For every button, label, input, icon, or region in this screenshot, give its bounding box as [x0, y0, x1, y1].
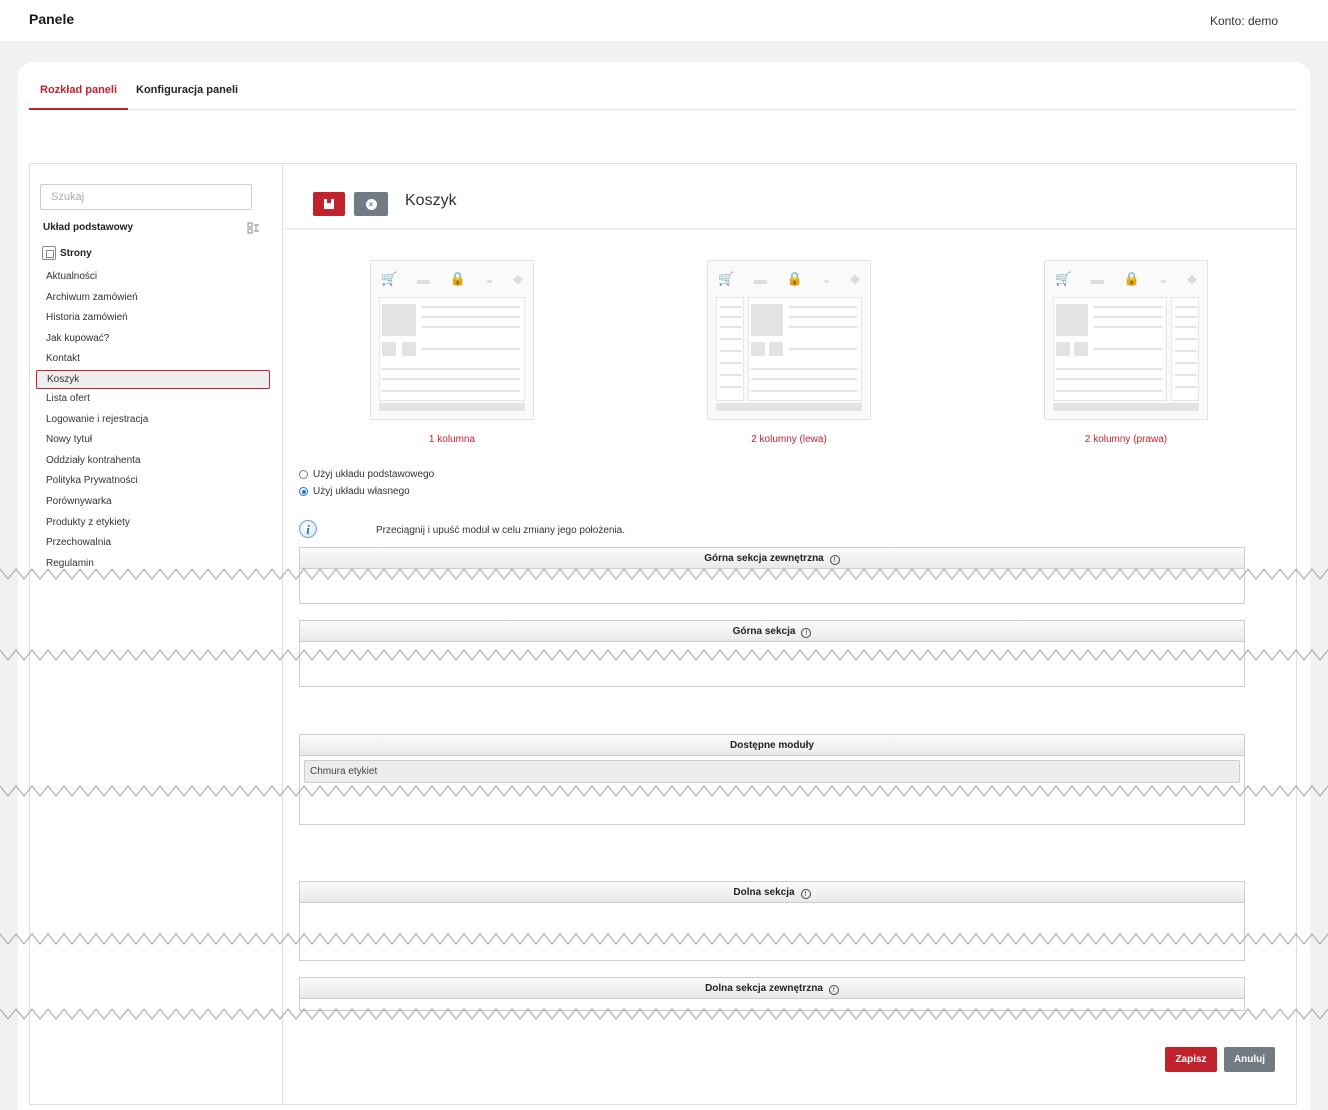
radio-button[interactable] [299, 470, 308, 479]
section-title: Górna sekcja zewnętrzna [704, 553, 824, 564]
panel-editor: × Koszyk 🛒 ▬ 🔒 ◒ ◆ 1 kolumna 🛒 ▬ 🔒 ◒ ◆ 2… [284, 164, 1296, 1104]
tag-icon: ◆ [849, 271, 860, 286]
list-item[interactable]: Nowy tytuł [36, 430, 270, 451]
info-circle-icon[interactable]: ! [800, 889, 811, 899]
basket-icon: ◒ [485, 271, 494, 287]
cut-marker [0, 933, 1328, 945]
pages-list: Aktualności Archiwum zamówień Historia z… [36, 267, 270, 574]
toolbar-icons: 🛒 ▬ 🔒 ◒ ◆ [1055, 269, 1197, 289]
tab-rozklad-paneli[interactable]: Rozkład paneli [29, 84, 129, 110]
radio-label: Użyj układu własnego [313, 486, 410, 497]
info-circle-icon[interactable]: ! [801, 628, 812, 638]
account-label: Konto: demo [1209, 14, 1278, 28]
tab-konfiguracja-paneli[interactable]: Konfiguracja paneli [136, 84, 238, 110]
save-button[interactable]: Zapisz [1165, 1047, 1217, 1072]
cart-icon: 🛒 [381, 271, 398, 286]
card-icon: ▬ [1090, 271, 1104, 287]
layout-right-column [1171, 297, 1199, 401]
cut-marker [0, 785, 1328, 797]
tree-structure-icon[interactable] [247, 222, 261, 234]
section-header: Dolna sekcja! [300, 882, 1244, 903]
info-text: Przeciągnij i upuść moduł w celu zmiany … [376, 525, 626, 536]
basket-icon: ◒ [1159, 271, 1168, 287]
list-item-selected[interactable]: Koszyk [36, 369, 270, 389]
cancel-button[interactable]: Anuluj [1224, 1047, 1275, 1072]
pages-group-label: Strony [60, 247, 92, 259]
tab-bar: Rozkład paneli Konfiguracja paneli [29, 78, 1297, 110]
layout-option-2-columns-left[interactable]: 🛒 ▬ 🔒 ◒ ◆ [707, 260, 871, 420]
layout-label-1-column[interactable]: 1 kolumna [370, 434, 534, 445]
layout-label-2-columns-right[interactable]: 2 kolumny (prawa) [1044, 434, 1208, 445]
cancel-icon-button[interactable]: × [354, 192, 388, 216]
layout-label-2-columns-left[interactable]: 2 kolumny (lewa) [707, 434, 871, 445]
basket-icon: ◒ [822, 271, 831, 287]
header-divider [284, 228, 1296, 231]
radio-label: Użyj układu podstawowego [313, 469, 435, 480]
lock-icon: 🔒 [1123, 271, 1140, 286]
module-chmura-etykiet[interactable]: Chmura etykiet [304, 760, 1240, 783]
panel-name: Koszyk [405, 192, 457, 209]
cart-icon: 🛒 [1055, 271, 1072, 286]
list-item[interactable]: Aktualności [36, 267, 270, 288]
layout-preview [1053, 297, 1167, 401]
cut-marker [0, 568, 1328, 580]
sitemap-icon [42, 246, 56, 260]
section-title: Dolna sekcja zewnętrzna [705, 983, 823, 994]
list-item[interactable]: Kontakt [36, 349, 270, 370]
search-input[interactable] [40, 184, 252, 210]
radio-custom-layout[interactable]: Użyj układu własnego [299, 486, 410, 497]
page-title: Panele [29, 11, 75, 27]
card-icon: ▬ [753, 271, 767, 287]
section-header: Górna sekcja! [300, 621, 1244, 642]
tag-icon: ◆ [1186, 271, 1197, 286]
layout-preview [748, 297, 862, 401]
sidebar: Układ podstawowy Strony Aktualności Arch… [30, 164, 283, 1104]
radio-base-layout[interactable]: Użyj układu podstawowego [299, 469, 434, 480]
info-circle-icon[interactable]: ! [828, 985, 839, 995]
section-header: Dostępne moduły [300, 735, 1244, 756]
tag-icon: ◆ [512, 271, 523, 286]
toolbar-icons: 🛒 ▬ 🔒 ◒ ◆ [718, 269, 860, 289]
layout-left-column [716, 297, 744, 401]
list-item[interactable]: Porównywarka [36, 492, 270, 513]
list-item[interactable]: Logowanie i rejestracja [36, 410, 270, 431]
list-item[interactable]: Lista ofert [36, 389, 270, 410]
list-item[interactable]: Jak kupować? [36, 329, 270, 350]
section-available-modules: Dostępne moduły Chmura etykiet [299, 734, 1245, 825]
save-icon-button[interactable] [313, 192, 345, 216]
lock-icon: 🔒 [449, 271, 466, 286]
list-item[interactable]: Oddziały kontrahenta [36, 451, 270, 472]
card-icon: ▬ [416, 271, 430, 287]
info-circle-icon[interactable]: ! [829, 555, 840, 565]
list-item[interactable]: Archiwum zamówień [36, 288, 270, 309]
floppy-disk-icon [324, 199, 334, 209]
layout-preview [379, 297, 525, 401]
layout-option-2-columns-right[interactable]: 🛒 ▬ 🔒 ◒ ◆ [1044, 260, 1208, 420]
cut-marker [0, 1008, 1328, 1020]
info-icon: i [299, 520, 317, 538]
radio-button-checked[interactable] [299, 487, 308, 496]
pages-group[interactable]: Strony [42, 246, 92, 260]
layout-option-1-column[interactable]: 🛒 ▬ 🔒 ◒ ◆ [370, 260, 534, 420]
section-title: Górna sekcja [732, 626, 796, 637]
section-bottom[interactable]: Dolna sekcja! [299, 881, 1245, 961]
top-bar: Panele Konto: demo [0, 0, 1328, 41]
cut-marker [0, 649, 1328, 661]
close-circle-icon: × [365, 198, 377, 210]
cart-icon: 🛒 [718, 271, 735, 286]
lock-icon: 🔒 [786, 271, 803, 286]
list-item[interactable]: Polityka Prywatności [36, 471, 270, 492]
list-item[interactable]: Przechowalnia [36, 533, 270, 554]
list-item[interactable]: Historia zamówień [36, 308, 270, 329]
list-item[interactable]: Produkty z etykiety [36, 513, 270, 534]
editor-frame: Układ podstawowy Strony Aktualności Arch… [29, 163, 1297, 1105]
section-title: Dostępne moduły [730, 740, 814, 751]
section-header: Dolna sekcja zewnętrzna! [300, 978, 1244, 999]
toolbar-icons: 🛒 ▬ 🔒 ◒ ◆ [381, 269, 523, 289]
base-layout-item[interactable]: Układ podstawowy [43, 222, 133, 233]
section-title: Dolna sekcja [733, 887, 795, 898]
